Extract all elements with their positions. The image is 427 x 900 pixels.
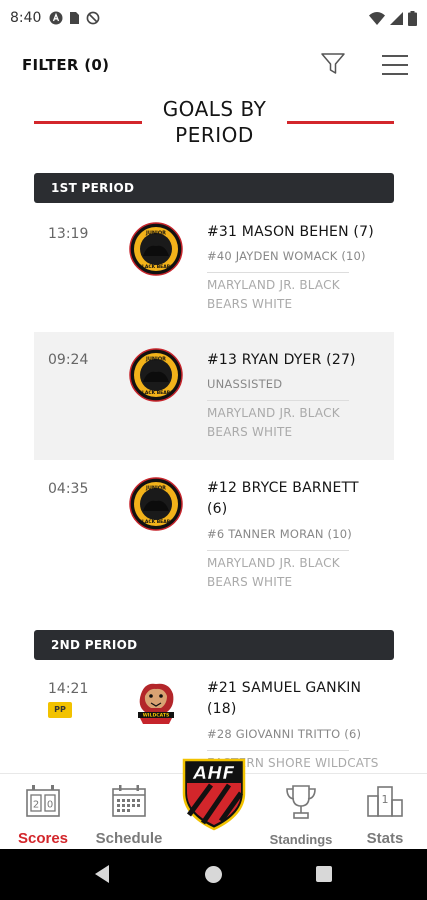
home-icon[interactable] [205,866,222,883]
goal-time: 14:21 [48,681,89,697]
row-divider [207,550,349,551]
nav-item-schedule[interactable]: Schedule [88,774,170,850]
goal-team-name-line-2: BEARS WHITE [207,425,293,439]
goal-team-name-line-2: BEARS WHITE [207,575,293,589]
svg-text:0: 0 [47,800,53,811]
goal-scorer: #31 MASON BEHEN (7) [207,224,374,240]
podium-icon: 1 [367,786,403,817]
battery-icon [408,10,417,26]
nav-label-scores: Scores [17,830,69,847]
goal-scorer-line-1: #12 BRYCE BARNETT [207,480,359,496]
goal-team-name-line-1: MARYLAND JR. BLACK [207,406,340,420]
svg-text:JUNIOR: JUNIOR [145,486,166,492]
goal-time: 13:19 [48,226,89,242]
power-play-badge: PP [48,702,72,718]
goal-assist: #40 JAYDEN WOMACK (10) [207,249,366,263]
goal-row[interactable]: 04:35 JUNIOR BLACK BEARS #12 BRYCE BARNE… [34,460,394,610]
nav-item-scores[interactable]: 2 0 Scores [10,774,76,850]
page-title-line-1: GOALS BY [162,97,267,121]
android-nav-bar [0,849,427,900]
svg-text:JUNIOR: JUNIOR [145,357,166,363]
black-bears-logo-icon: JUNIOR BLACK BEARS [129,348,183,402]
black-bears-logo-icon: JUNIOR BLACK BEARS [129,477,183,531]
calendar-icon [112,785,146,817]
scoreboard-icon: 2 0 [26,785,60,817]
goal-row[interactable]: 09:24 JUNIOR BLACK BEARS #13 RYAN DYER (… [34,332,394,460]
row-divider [207,400,349,401]
goal-scorer-line-2: (6) [207,501,228,517]
svg-text:BLACK BEARS: BLACK BEARS [139,264,174,270]
filter-button[interactable]: FILTER (0) [22,56,109,74]
app-screen: 8:40 FILTER (0) GOALS BY PERIOD 1ST PERI… [0,0,427,900]
goal-team-name-line-2: BEARS WHITE [207,297,293,311]
row-divider [207,272,349,273]
nav-label-stats: Stats [366,830,404,847]
trophy-icon [286,785,316,819]
goal-scorer-line-1: #21 SAMUEL GANKIN [207,680,362,696]
goal-team-name: MARYLAND JR. BLACK BEARS WHITE [207,404,367,442]
goal-assist: #6 TANNER MORAN (10) [207,527,352,541]
goal-scorer: #12 BRYCE BARNETT (6) [207,478,382,520]
sim-icon [70,12,80,24]
nav-label-schedule: Schedule [95,830,163,847]
ahf-logo[interactable]: AHF [181,757,247,831]
nav-label-standings: Standings [269,832,333,847]
do-not-disturb-icon [87,11,100,25]
nav-item-standings[interactable]: Standings [260,774,342,850]
period-header-1: 1ST PERIOD [34,173,394,203]
period-header-2: 2ND PERIOD [34,630,394,660]
goal-scorer: #21 SAMUEL GANKIN (18) [207,678,382,720]
status-bar: 8:40 [0,0,427,36]
goal-team-name: MARYLAND JR. BLACK BEARS WHITE [207,276,367,314]
goal-time: 09:24 [48,352,89,368]
goal-team-name-line-1: MARYLAND JR. BLACK [207,278,340,292]
svg-text:1: 1 [382,793,389,806]
title-divider-right [287,121,394,124]
top-bar: FILTER (0) [0,44,427,88]
goal-team-name-line-1: MARYLAND JR. BLACK [207,556,340,570]
signal-icon [390,11,403,25]
title-divider-left [34,121,142,124]
goal-assist: UNASSISTED [207,377,283,391]
wildcats-logo-icon: WILDCATS [138,683,174,724]
page-title-line-2: PERIOD [175,123,254,147]
wifi-icon [369,11,385,25]
goal-time: 04:35 [48,481,89,497]
back-icon[interactable] [95,865,109,883]
filter-icon[interactable] [319,50,347,78]
goal-row[interactable]: 13:19 JUNIOR BLACK BEARS #31 MASON BEHEN… [34,206,394,332]
svg-text:AHF: AHF [191,763,235,784]
notification-a-icon [49,11,63,25]
svg-text:WILDCATS: WILDCATS [143,713,170,719]
hamburger-menu-icon[interactable] [380,52,410,78]
black-bears-logo-icon: JUNIOR BLACK BEARS [129,222,183,276]
page-title-block: GOALS BY PERIOD [0,96,427,152]
svg-text:BLACK BEARS: BLACK BEARS [139,519,174,525]
status-time: 8:40 [10,10,42,26]
svg-text:JUNIOR: JUNIOR [145,231,166,237]
goal-scorer: #13 RYAN DYER (27) [207,352,356,368]
goal-team-name: MARYLAND JR. BLACK BEARS WHITE [207,554,367,592]
svg-text:2: 2 [33,800,39,811]
goal-scorer-line-2: (18) [207,701,237,717]
nav-item-stats[interactable]: 1 Stats [352,774,418,850]
goal-assist: #28 GIOVANNI TRITTO (6) [207,727,362,741]
row-divider [207,750,349,751]
svg-text:BLACK BEARS: BLACK BEARS [139,390,174,396]
page-title: GOALS BY PERIOD [144,96,285,148]
recents-icon[interactable] [316,866,332,882]
